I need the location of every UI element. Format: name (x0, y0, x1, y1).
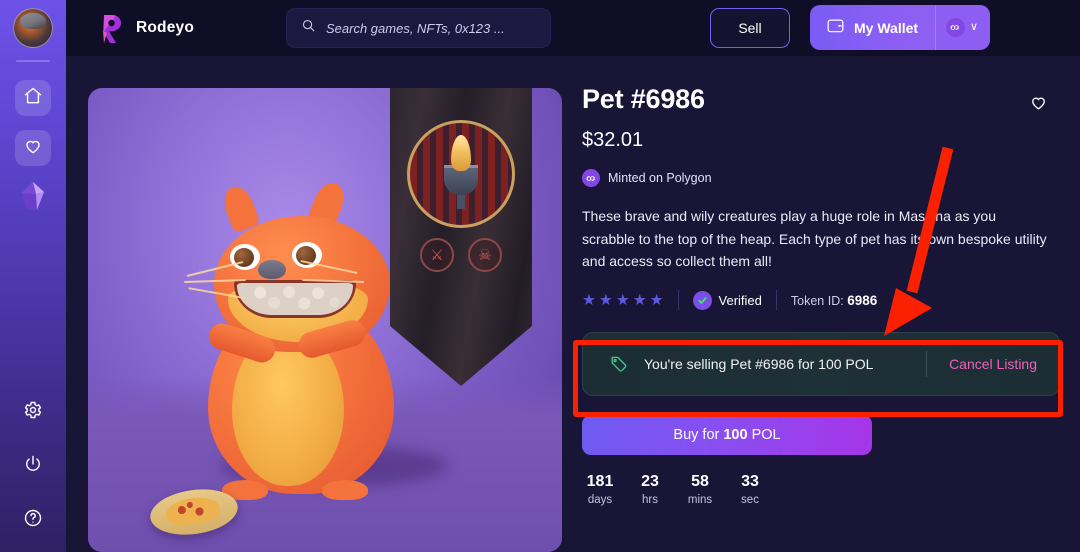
page-title: Pet #6986 (582, 84, 705, 114)
nft-meta-row: ★ ★ ★ ★ ★ Verified Token ID: 6986 (582, 290, 1072, 311)
listing-countdown: 181 days 23 hrs 58 mins 33 sec (582, 473, 1072, 506)
crystal-icon (20, 181, 46, 216)
sidebar-item-help[interactable] (15, 502, 51, 538)
pet-mouth (234, 280, 356, 318)
banner-sub-emblem-2: ☠ (468, 238, 502, 272)
sell-button[interactable]: Sell (710, 8, 790, 48)
banner-emblem (407, 120, 515, 228)
nft-artwork[interactable]: ⚔ ☠ (88, 88, 562, 552)
countdown-value: 58 (691, 473, 709, 491)
countdown-unit: 33 sec (736, 473, 764, 506)
star-icon: ★ (632, 291, 647, 309)
sidebar-item-home[interactable] (15, 80, 51, 116)
pet-nose (258, 260, 286, 279)
selling-banner: You're selling Pet #6986 for 100 POL Can… (582, 332, 1060, 397)
buy-currency: POL (751, 427, 781, 444)
wallet-chain-selector[interactable]: ∨ (934, 5, 990, 50)
sidebar-item-gems[interactable] (16, 180, 50, 216)
sidebar-item-settings[interactable] (15, 394, 51, 430)
check-badge-icon (692, 290, 712, 310)
heart-icon (23, 136, 43, 161)
token-id: Token ID: 6986 (777, 293, 877, 308)
nft-detail-panel: Pet #6986 $32.01 Minted on Polygon These… (582, 84, 1072, 506)
star-icon: ★ (598, 291, 613, 309)
chevron-down-icon: ∨ (969, 21, 978, 33)
gear-icon (23, 400, 43, 425)
token-id-label: Token ID: (790, 293, 844, 308)
search-icon (301, 18, 316, 38)
brand[interactable]: Rodeyo (100, 13, 194, 43)
polygon-icon (582, 169, 600, 187)
search-input[interactable] (326, 20, 536, 36)
polygon-icon (945, 18, 965, 37)
minted-badge: Minted on Polygon (582, 169, 1072, 187)
buy-button[interactable]: Buy for 100 POL (582, 415, 872, 456)
countdown-label: hrs (642, 494, 658, 507)
brand-name: Rodeyo (136, 19, 195, 36)
buy-amount: 100 (723, 427, 748, 444)
my-wallet-button[interactable]: My Wallet ∨ (810, 5, 990, 50)
pet-foot-right (322, 480, 368, 500)
sidebar-item-logout[interactable] (15, 448, 51, 484)
countdown-unit: 181 days (586, 473, 614, 506)
banner-sub-emblems: ⚔ ☠ (420, 238, 502, 272)
minted-label: Minted on Polygon (608, 171, 712, 185)
favorite-button[interactable] (1029, 93, 1048, 117)
star-icon: ★ (582, 291, 596, 309)
rodeyo-logo-icon (100, 13, 126, 43)
countdown-unit: 58 mins (686, 473, 714, 506)
title-row: Pet #6986 (582, 84, 1072, 117)
selling-message: You're selling Pet #6986 for 100 POL (644, 356, 874, 373)
countdown-label: days (587, 494, 613, 507)
sidebar-item-favorites[interactable] (15, 130, 51, 166)
countdown-value: 23 (641, 473, 659, 491)
app-root: Rodeyo Sell My Wallet ∨ (0, 0, 1080, 552)
nft-description: These brave and wily creatures play a hu… (582, 208, 1047, 270)
star-icon: ★ (649, 291, 664, 309)
countdown-unit: 23 hrs (636, 473, 664, 506)
user-avatar-image (13, 8, 53, 48)
pet-character (180, 178, 420, 500)
pet-eye-left (230, 244, 260, 270)
verified-label: Verified (718, 292, 762, 308)
buy-prefix: Buy for (673, 427, 720, 444)
sidebar-divider (16, 60, 50, 62)
banner-sub-emblem-1: ⚔ (420, 238, 454, 272)
power-icon (23, 454, 43, 479)
wallet-icon (826, 17, 845, 39)
nft-price: $32.01 (582, 129, 644, 151)
cancel-listing-link[interactable]: Cancel Listing (927, 356, 1059, 372)
star-icon: ★ (615, 291, 630, 309)
flame-icon (451, 135, 471, 171)
home-icon (23, 86, 43, 111)
sidebar-bottom-group (15, 394, 51, 552)
wallet-label: My Wallet (854, 19, 919, 36)
token-id-value: 6986 (847, 292, 878, 308)
tag-icon (609, 355, 628, 374)
verified-badge: Verified (679, 290, 776, 310)
heart-outline-icon (1029, 97, 1048, 116)
question-icon (23, 508, 43, 533)
countdown-value: 33 (741, 473, 759, 491)
sidebar (0, 0, 66, 552)
countdown-value: 181 (586, 473, 614, 491)
rating-stars: ★ ★ ★ ★ ★ (582, 291, 678, 310)
wallet-button-content: My Wallet (810, 17, 935, 39)
pet-teeth (237, 283, 353, 315)
countdown-label: mins (687, 494, 713, 507)
countdown-label: sec (741, 494, 759, 507)
avatar[interactable] (13, 8, 53, 48)
search-bar[interactable] (286, 8, 551, 48)
